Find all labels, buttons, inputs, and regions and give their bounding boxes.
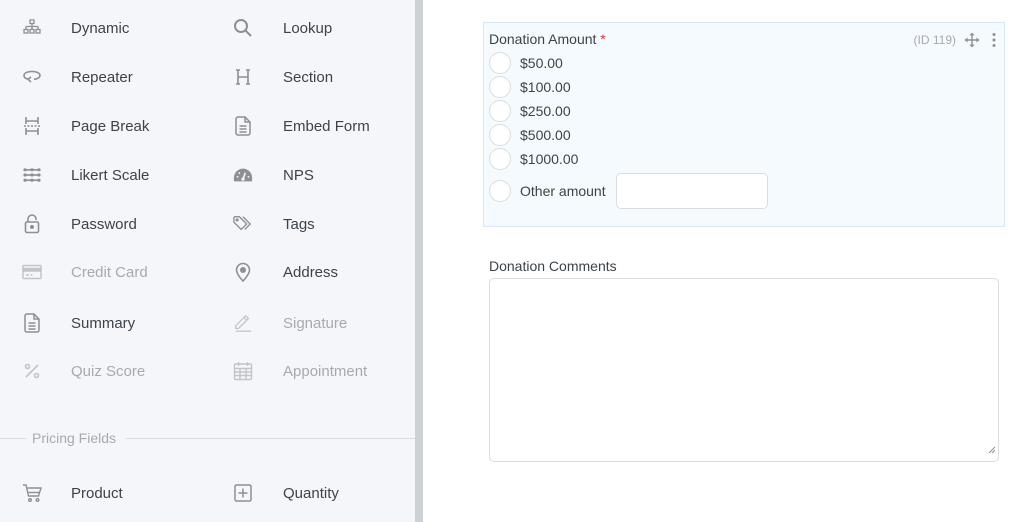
field-item-label: Summary [71,314,136,332]
radio-label: $50.00 [520,55,563,71]
field-item-label: Quiz Score [71,362,146,380]
field-item-label: Repeater [71,68,133,86]
field-item-quiz-score[interactable]: Quiz Score [22,358,145,384]
search-icon [233,18,253,38]
more-options-icon[interactable] [992,32,996,53]
radio-label: $100.00 [520,79,571,95]
sidebar-scrollbar[interactable] [415,0,423,522]
sitemap-icon [22,18,42,38]
page-break-icon [22,116,42,136]
tags-icon [233,214,253,234]
other-amount-input[interactable] [615,173,768,209]
repeat-icon [22,67,42,87]
resize-handle-icon[interactable] [988,441,996,459]
donation-option[interactable]: $500.00 [489,124,571,146]
field-item-address[interactable]: Address [233,259,338,285]
field-item-lookup[interactable]: Lookup [233,15,332,41]
move-icon[interactable] [964,32,980,53]
field-item-label: Signature [283,314,348,332]
radio-button[interactable] [489,124,511,146]
radio-button[interactable] [489,100,511,122]
field-item-label: Appointment [283,362,368,380]
donation-amount-label: Donation Amount * [489,31,606,47]
field-item-label: Credit Card [71,263,148,281]
field-item-dynamic[interactable]: Dynamic [22,15,129,41]
field-item-quantity[interactable]: Quantity [233,480,339,506]
field-item-label: Section [283,68,334,86]
radio-button[interactable] [489,148,511,170]
radio-button[interactable] [489,76,511,98]
radio-label: $250.00 [520,103,571,119]
file-text-icon [22,313,42,333]
field-item-likert-scale[interactable]: Likert Scale [22,162,149,188]
radio-label: $500.00 [520,127,571,143]
heading-icon [233,67,253,87]
field-item-repeater[interactable]: Repeater [22,64,133,90]
field-item-page-break[interactable]: Page Break [22,113,149,139]
donation-comments-label: Donation Comments [489,258,617,274]
required-marker: * [600,31,606,47]
pricing-fields-divider: Pricing Fields [0,428,415,448]
field-item-label: Address [283,263,339,281]
field-item-password[interactable]: Password [22,211,137,237]
field-label-text: Donation Amount [489,31,597,47]
field-item-label: Likert Scale [71,166,150,184]
field-item-label: Page Break [71,117,150,135]
field-item-label: Password [71,215,137,233]
field-item-label: Embed Form [283,117,370,135]
file-text-icon [233,116,253,136]
radio-button[interactable] [489,52,511,74]
field-item-label: Quantity [283,484,339,502]
field-item-label: Tags [283,215,315,233]
map-pin-icon [233,262,253,282]
field-item-signature[interactable]: Signature [233,310,347,336]
radio-label: Other amount [520,183,606,199]
percent-icon [22,361,42,381]
field-palette-sidebar: Dynamic Lookup Repeater Section Page Bre… [0,0,415,522]
field-item-label: Dynamic [71,19,130,37]
field-item-tags[interactable]: Tags [233,211,315,237]
donation-option[interactable]: $100.00 [489,76,571,98]
section-title: Pricing Fields [32,430,117,446]
field-id-label: (ID 119) [913,33,956,47]
lock-icon [22,214,42,234]
donation-option-other[interactable]: Other amount [489,173,768,209]
field-item-nps[interactable]: NPS [233,162,314,188]
cart-icon [22,483,42,503]
donation-option[interactable]: $50.00 [489,52,563,74]
gauge-icon [233,165,253,185]
donation-option[interactable]: $1000.00 [489,148,578,170]
field-item-credit-card[interactable]: Credit Card [22,259,148,285]
pencil-icon [233,313,253,333]
radio-button[interactable] [489,180,511,202]
plus-square-icon [233,483,253,503]
field-item-summary[interactable]: Summary [22,310,135,336]
field-item-embed-form[interactable]: Embed Form [233,113,370,139]
field-item-appointment[interactable]: Appointment [233,358,367,384]
field-item-section[interactable]: Section [233,64,333,90]
donation-option[interactable]: $250.00 [489,100,571,122]
calendar-icon [233,361,253,381]
credit-card-icon [22,262,42,282]
field-item-label: Product [71,484,123,502]
donation-comments-textarea[interactable] [489,278,999,462]
likert-icon [22,165,42,185]
field-item-label: NPS [283,166,314,184]
field-item-product[interactable]: Product [22,480,123,506]
radio-label: $1000.00 [520,151,579,167]
divider-line [126,437,415,439]
divider-line [0,437,26,439]
field-item-label: Lookup [283,19,333,37]
